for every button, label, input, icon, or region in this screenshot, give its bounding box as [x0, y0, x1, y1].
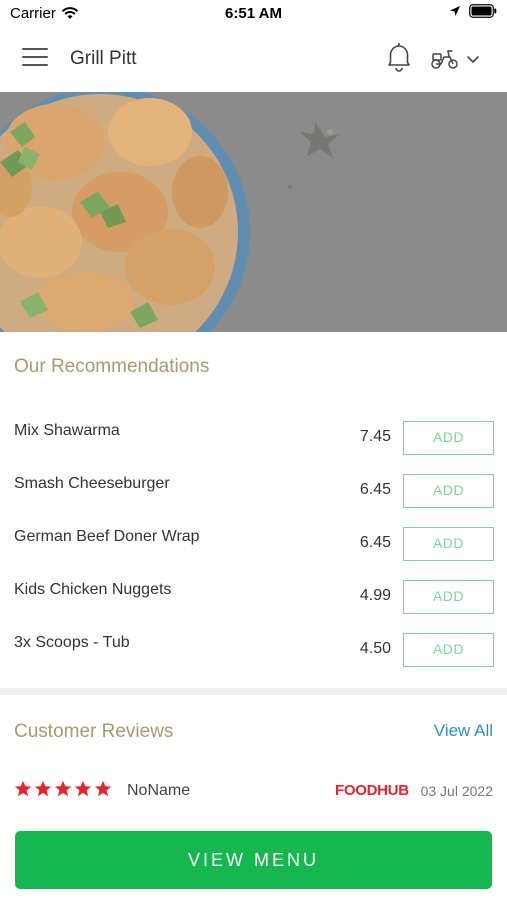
item-name: Smash Cheeseburger [14, 475, 170, 492]
item-name: Mix Shawarma [14, 422, 120, 439]
star-icon [74, 780, 92, 797]
notification-bell-icon[interactable] [385, 42, 413, 74]
star-icon [14, 780, 32, 797]
recommendation-item: 3x Scoops - Tub 4.50 ADD [0, 617, 507, 670]
item-name: Kids Chicken Nuggets [14, 581, 172, 598]
item-price: 6.45 [359, 534, 391, 551]
status-bar: Carrier 6:51 AM [0, 0, 507, 26]
recommendation-item: Mix Shawarma 7.45 ADD [0, 405, 507, 458]
add-button[interactable]: ADD [403, 527, 494, 561]
item-price: 7.45 [359, 428, 391, 445]
battery-icon [469, 4, 497, 18]
view-menu-button[interactable]: VIEW MENU [15, 831, 492, 889]
restaurant-title: Grill Pitt [70, 48, 137, 69]
app-header: Grill Pitt [0, 26, 507, 92]
star-icon [94, 780, 112, 797]
item-price: 4.50 [359, 640, 391, 657]
recommendation-item: Kids Chicken Nuggets 4.99 ADD [0, 564, 507, 617]
add-button[interactable]: ADD [403, 474, 494, 508]
reviewer-name: NoName [127, 782, 191, 799]
recommendation-item: German Beef Doner Wrap 6.45 ADD [0, 511, 507, 564]
view-all-reviews-link[interactable]: View All [434, 721, 493, 741]
recommendations-title: Our Recommendations [14, 356, 210, 377]
add-button[interactable]: ADD [403, 580, 494, 614]
reviews-title: Customer Reviews [14, 721, 174, 742]
add-button[interactable]: ADD [403, 421, 494, 455]
section-divider [0, 688, 507, 695]
star-icon [34, 780, 52, 797]
item-price: 4.99 [359, 587, 391, 604]
hamburger-menu-icon[interactable] [22, 48, 48, 70]
star-rating [14, 780, 112, 798]
scooter-icon [431, 50, 458, 69]
item-name: German Beef Doner Wrap [14, 528, 200, 545]
delivery-mode-selector[interactable] [430, 46, 490, 72]
review-item: NoName FOODHUB 03 Jul 2022 [0, 778, 507, 806]
chevron-down-icon [467, 56, 479, 63]
recommendations-list: Mix Shawarma 7.45 ADD Smash Cheeseburger… [0, 405, 507, 670]
star-icon [54, 780, 72, 797]
review-source-logo: FOODHUB [335, 782, 409, 799]
review-date: 03 Jul 2022 [420, 783, 493, 799]
add-button[interactable]: ADD [403, 633, 494, 667]
status-indicators [449, 4, 497, 18]
item-price: 6.45 [359, 481, 391, 498]
recommendation-item: Smash Cheeseburger 6.45 ADD [0, 458, 507, 511]
item-name: 3x Scoops - Tub [14, 634, 130, 651]
restaurant-hero-image [0, 92, 507, 332]
location-arrow-icon [450, 6, 460, 16]
status-time: 6:51 AM [225, 5, 282, 22]
